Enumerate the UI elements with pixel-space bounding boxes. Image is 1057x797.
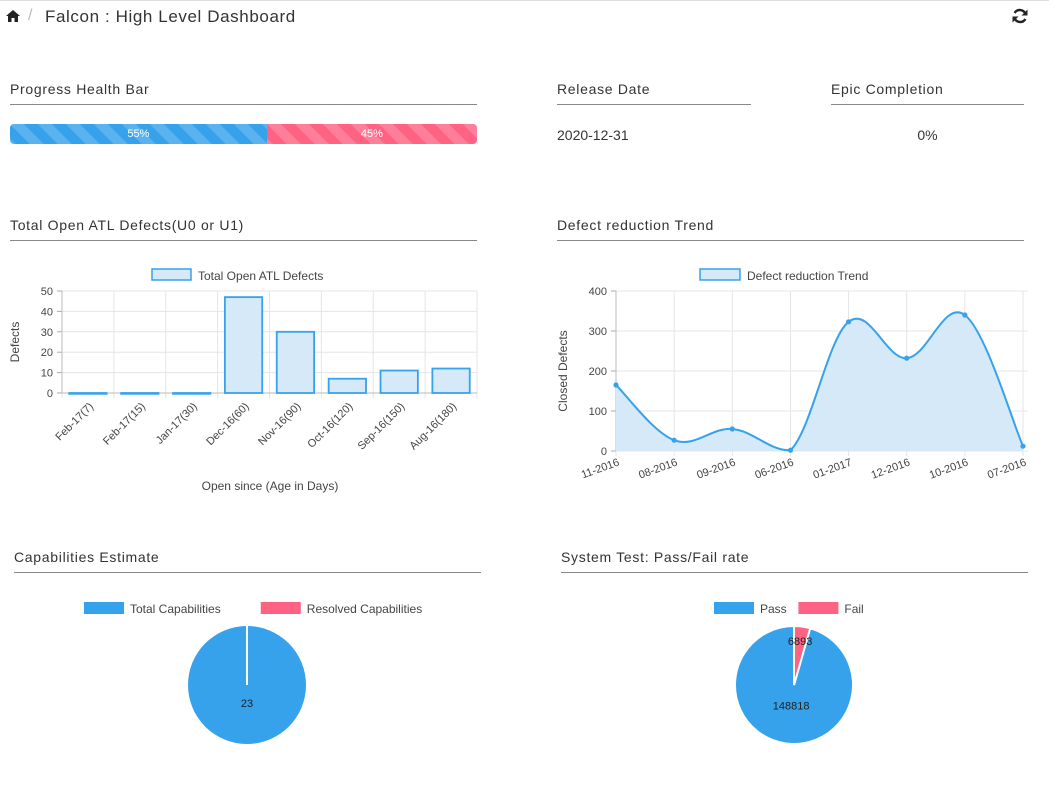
trend-x-tick-label: 10-2016 bbox=[928, 457, 970, 482]
bar-y-tick-label: 20 bbox=[41, 347, 53, 359]
bar bbox=[120, 392, 160, 395]
bar-x-tick-label: Feb-17(15) bbox=[101, 401, 148, 448]
bar-y-axis-title: Defects bbox=[8, 322, 22, 363]
capabilities-legend-swatch bbox=[260, 602, 301, 614]
bar-y-tick-label: 30 bbox=[41, 327, 53, 339]
progress-pass-segment: 55% bbox=[10, 124, 267, 144]
systemtest-legend-label: Pass bbox=[760, 602, 787, 616]
capabilities-legend-label: Resolved Capabilities bbox=[307, 602, 422, 616]
page-title: Falcon : High Level Dashboard bbox=[45, 7, 296, 26]
trend-point bbox=[729, 426, 735, 432]
home-icon[interactable] bbox=[5, 9, 21, 23]
capabilities-legend-swatch bbox=[84, 602, 124, 614]
open-defects-section-title: Total Open ATL Defects(U0 or U1) bbox=[10, 217, 477, 241]
trend-point bbox=[845, 319, 852, 325]
capabilities-pie-chart: Total Capabilities Resolved Capabilities 2… bbox=[84, 602, 422, 744]
trend-y-tick-label: 100 bbox=[589, 406, 607, 418]
bar bbox=[327, 377, 367, 394]
bar bbox=[431, 367, 471, 394]
defect-trend-line-chart: Defect reduction Trend 0 100 200 300 400 11-20… bbox=[556, 268, 1028, 482]
progress-pass-label: 55% bbox=[127, 128, 150, 140]
systemtest-value-label: 148818 bbox=[773, 700, 810, 712]
trend-x-tick-label: 01-2017 bbox=[812, 457, 854, 482]
systemtest-legend-swatch bbox=[798, 602, 839, 614]
trend-point bbox=[962, 312, 968, 318]
bar-y-tick-label: 50 bbox=[41, 286, 53, 298]
systemtest-legend-swatch bbox=[714, 602, 754, 614]
capabilities-value-label: 23 bbox=[241, 698, 253, 710]
bar bbox=[68, 392, 108, 395]
trend-point bbox=[613, 382, 619, 388]
progress-fail-segment: 45% bbox=[266, 124, 477, 144]
breadcrumb-separator: / bbox=[28, 7, 33, 24]
trend-x-tick-label: 08-2016 bbox=[637, 457, 679, 482]
bar-y-tick-label: 0 bbox=[47, 388, 53, 400]
open-defects-bar-chart: Total Open ATL Defects 0 10 20 30 40 50 Feb-17(… bbox=[8, 268, 478, 493]
bar-x-tick-label: Nov-16(90) bbox=[256, 401, 303, 448]
release-date-value: 2020-12-31 bbox=[557, 127, 629, 143]
bar bbox=[379, 369, 419, 394]
refresh-icon[interactable] bbox=[1011, 7, 1029, 25]
bar bbox=[223, 296, 264, 394]
trend-x-tick-label: 07-2016 bbox=[986, 457, 1028, 482]
trend-y-tick-label: 400 bbox=[589, 286, 607, 298]
systemtest-section-title: System Test: Pass/Fail rate bbox=[561, 549, 1028, 573]
trend-x-tick-label: 12-2016 bbox=[870, 457, 912, 482]
progress-fail-label: 45% bbox=[360, 128, 383, 140]
capabilities-legend-label: Total Capabilities bbox=[130, 602, 221, 616]
trend-legend-swatch bbox=[699, 268, 741, 281]
bar bbox=[275, 330, 316, 394]
progress-section-title: Progress Health Bar bbox=[10, 81, 477, 105]
bar-legend-label: Total Open ATL Defects bbox=[198, 269, 323, 283]
trend-x-tick-label: 09-2016 bbox=[695, 457, 737, 482]
systemtest-legend-label: Fail bbox=[844, 602, 863, 616]
trend-section-title: Defect reduction Trend bbox=[557, 217, 1024, 241]
trend-y-tick-label: 300 bbox=[589, 326, 607, 338]
bar-x-tick-label: Jan-17(30) bbox=[154, 401, 200, 447]
systemtest-pie-chart: Pass Fail 148818 6893 bbox=[714, 602, 864, 745]
bar-x-tick-label: Feb-17(7) bbox=[53, 401, 96, 444]
epic-completion-title: Epic Completion bbox=[831, 81, 1024, 105]
progress-health-bar: 55% 45% bbox=[10, 124, 477, 144]
bar-legend-swatch bbox=[151, 268, 192, 281]
bar-x-tick-label: Sep-16(150) bbox=[356, 401, 408, 453]
bar-x-axis-title: Open since (Age in Days) bbox=[202, 479, 339, 493]
trend-y-axis-title: Closed Defects bbox=[556, 330, 570, 411]
trend-point bbox=[904, 355, 910, 361]
trend-point bbox=[1020, 443, 1026, 449]
trend-point bbox=[671, 437, 677, 443]
bar-x-tick-label: Dec-16(60) bbox=[204, 401, 251, 448]
systemtest-value-label: 6893 bbox=[788, 636, 812, 648]
bar-x-tick-label: Aug-16(180) bbox=[407, 401, 459, 453]
trend-area-fill bbox=[616, 312, 1023, 451]
capabilities-section-title: Capabilities Estimate bbox=[14, 549, 481, 573]
top-bar: / Falcon : High Level Dashboard bbox=[0, 0, 1049, 32]
trend-legend-label: Defect reduction Trend bbox=[747, 269, 868, 283]
trend-x-tick-label: 11-2016 bbox=[580, 457, 621, 482]
epic-completion-value: 0% bbox=[917, 127, 938, 143]
bar-x-tick-label: Oct-16(120) bbox=[305, 401, 355, 451]
trend-y-tick-label: 0 bbox=[601, 446, 607, 458]
bar-y-tick-label: 10 bbox=[41, 368, 53, 380]
trend-y-tick-label: 200 bbox=[589, 366, 607, 378]
trend-point bbox=[787, 447, 794, 453]
bar-y-tick-label: 40 bbox=[41, 306, 53, 318]
bar bbox=[172, 392, 212, 395]
trend-x-tick-label: 06-2016 bbox=[753, 457, 795, 482]
release-date-title: Release Date bbox=[557, 81, 751, 105]
